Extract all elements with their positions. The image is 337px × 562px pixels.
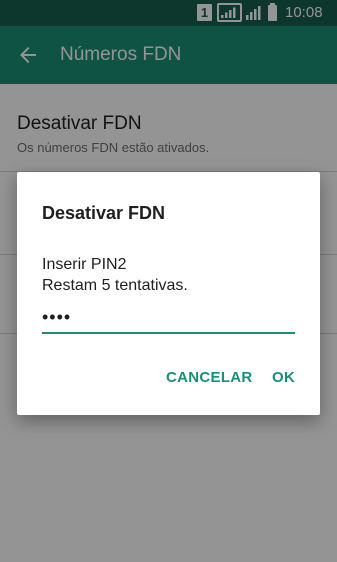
pin2-dialog: Desativar FDN Inserir PIN2 Restam 5 tent… [17, 172, 320, 415]
attempts-remaining: Restam 5 tentativas. [42, 277, 188, 294]
screen: 1 10:08 Números FDN Desativar FDN Os núm… [0, 0, 337, 562]
cancel-button[interactable]: CANCELAR [166, 368, 253, 388]
pin2-input[interactable] [42, 302, 295, 334]
ok-button[interactable]: OK [272, 368, 295, 388]
pin2-prompt: Inserir PIN2 [42, 256, 127, 273]
dialog-title: Desativar FDN [42, 203, 166, 223]
dialog-scrim-top [0, 0, 337, 84]
